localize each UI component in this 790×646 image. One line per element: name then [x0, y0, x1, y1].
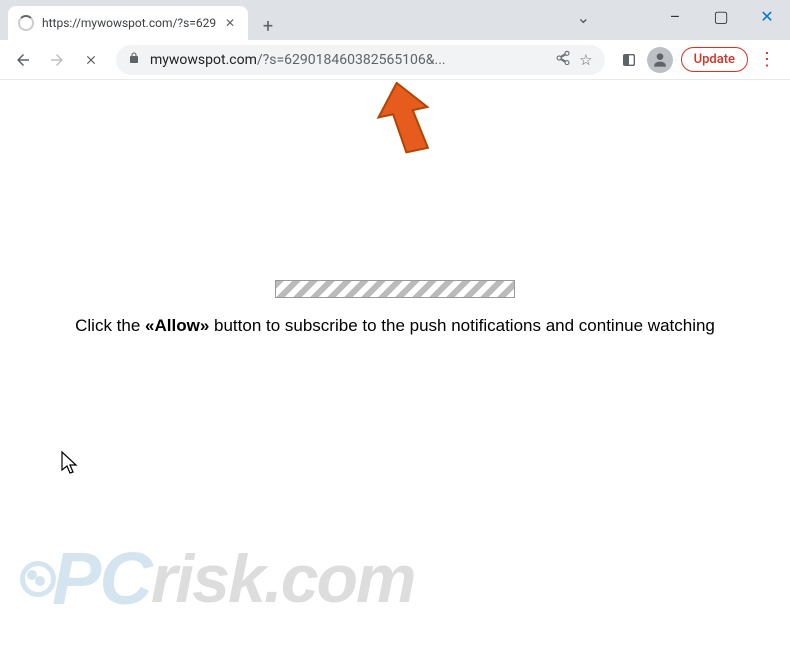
profile-avatar-icon[interactable]: [647, 47, 673, 73]
minimize-button[interactable]: –: [652, 0, 698, 32]
instruction-text: Click the «Allow» button to subscribe to…: [0, 316, 790, 336]
update-button[interactable]: Update: [681, 47, 748, 72]
forward-button[interactable]: [42, 45, 72, 75]
back-button[interactable]: [8, 45, 38, 75]
share-icon[interactable]: [555, 50, 571, 70]
tabs-chevron-icon[interactable]: ⌄: [577, 8, 590, 27]
fake-progress-bar: [275, 280, 515, 298]
browser-tab[interactable]: https://mywowspot.com/?s=629 ✕: [8, 6, 248, 40]
extensions-icon[interactable]: [615, 46, 643, 74]
stop-reload-button[interactable]: [76, 45, 106, 75]
maximize-button[interactable]: ▢: [698, 0, 744, 32]
watermark-gear-icon: [20, 561, 56, 597]
url-text: mywowspot.com/?s=629018460382565106&...: [150, 52, 547, 68]
loading-spinner-icon: [18, 15, 34, 31]
window-close-button[interactable]: ✕: [744, 0, 790, 32]
address-bar[interactable]: mywowspot.com/?s=629018460382565106&... …: [116, 45, 605, 75]
new-tab-button[interactable]: +: [254, 12, 282, 40]
lock-icon[interactable]: [128, 51, 140, 68]
browser-toolbar: mywowspot.com/?s=629018460382565106&... …: [0, 40, 790, 80]
tab-title: https://mywowspot.com/?s=629: [42, 16, 222, 30]
bookmark-star-icon[interactable]: ☆: [579, 51, 592, 69]
watermark-logo: PCrisk.com: [20, 536, 415, 621]
tab-close-button[interactable]: ✕: [222, 15, 238, 31]
kebab-menu-icon[interactable]: ⋮: [752, 49, 782, 70]
window-controls: ⌄ – ▢ ✕: [652, 0, 790, 32]
